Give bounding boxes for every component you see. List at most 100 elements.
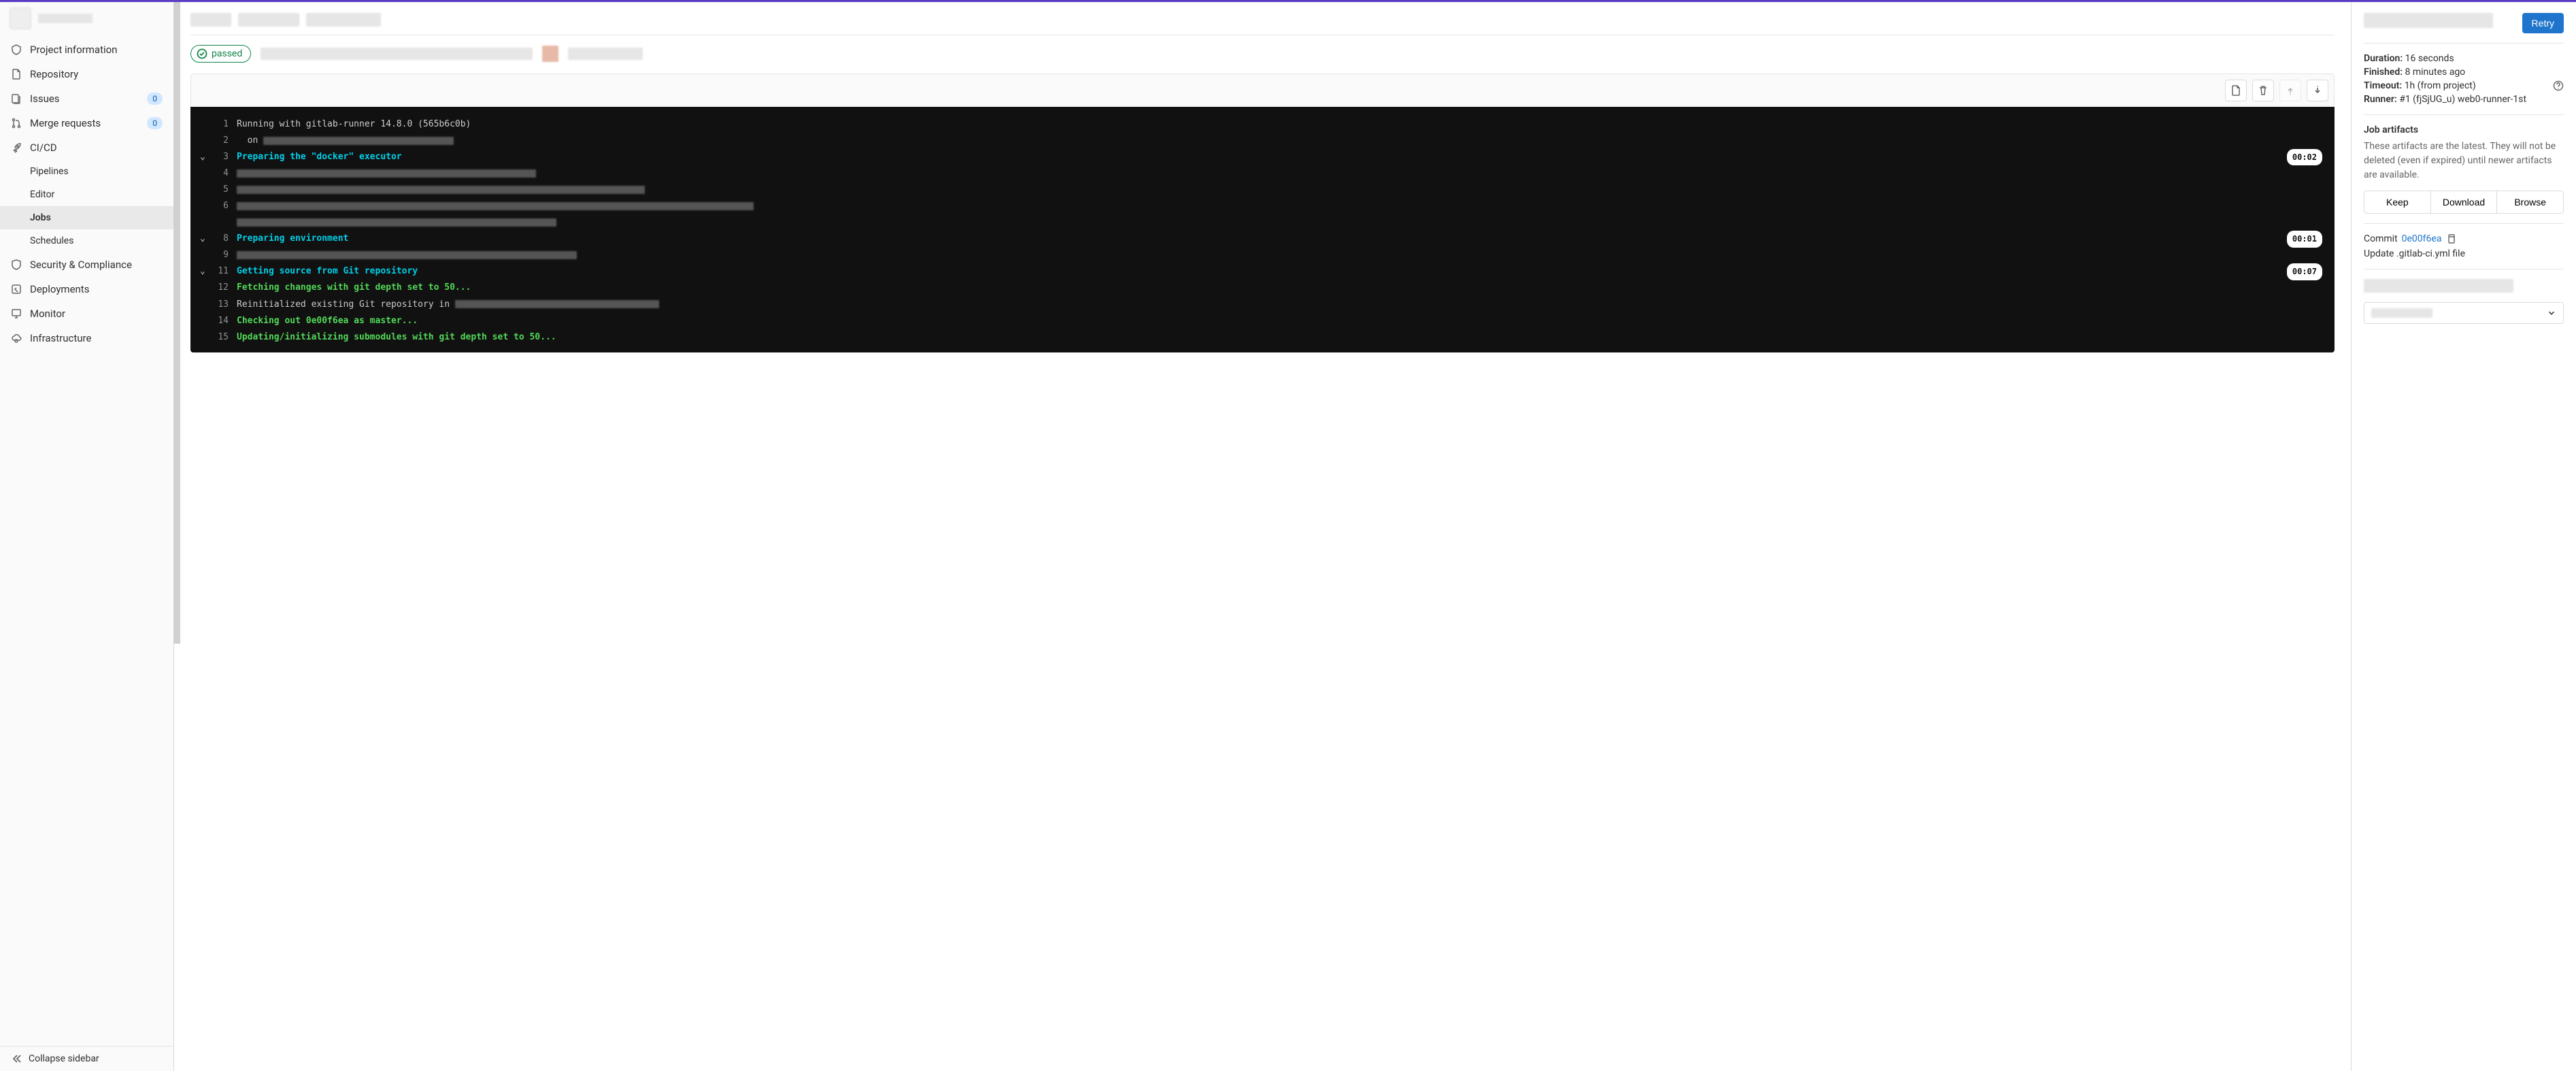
nav-label: Repository <box>30 68 78 80</box>
erase-log-button[interactable] <box>2252 80 2274 101</box>
log-content: Fetching changes with git depth set to 5… <box>237 280 2325 296</box>
log-line: 6 <box>200 198 2325 214</box>
sidebar-item-cicd[interactable]: CI/CD <box>0 135 173 160</box>
line-number: 14 <box>214 313 237 329</box>
log-toolbar <box>190 73 2335 107</box>
sidebar-item-infrastructure[interactable]: Infrastructure <box>0 326 173 350</box>
log-content: Reinitialized existing Git repository in <box>237 297 2325 313</box>
collapse-sidebar-button[interactable]: Collapse sidebar <box>0 1046 173 1071</box>
trash-icon <box>2258 85 2269 96</box>
commit-row: Commit 0e00f6ea <box>2364 233 2564 244</box>
sidebar-nav: Project information Repository Issues 0 … <box>0 35 173 1046</box>
arrow-up-dotted-icon <box>2285 85 2296 96</box>
nav-label: Issues <box>30 93 60 105</box>
copy-commit-icon[interactable] <box>2445 233 2456 244</box>
monitor-icon <box>11 308 22 319</box>
timeout-help-icon[interactable] <box>2553 80 2564 91</box>
log-content: Checking out 0e00f6ea as master... <box>237 313 2325 329</box>
sidebar-item-deployments[interactable]: Deployments <box>0 277 173 301</box>
nav-label: Security & Compliance <box>30 259 132 271</box>
scroll-top-button[interactable] <box>2279 80 2301 101</box>
log-line: ⌄11Getting source from Git repository00:… <box>200 263 2325 280</box>
collapse-label: Collapse sidebar <box>29 1053 99 1064</box>
job-log-terminal[interactable]: 1Running with gitlab-runner 14.8.0 (565b… <box>190 107 2335 352</box>
job-status-row: passed <box>190 45 2335 63</box>
redacted-text <box>306 13 381 27</box>
timeout-key: Timeout: <box>2364 80 2402 91</box>
log-content <box>237 214 2325 231</box>
log-line: ⌄8Preparing environment00:01 <box>200 231 2325 247</box>
duration-key: Duration: <box>2364 53 2403 64</box>
redacted-job-name <box>2364 13 2493 28</box>
log-line: 14Checking out 0e00f6ea as master... <box>200 313 2325 329</box>
log-content: Preparing the "docker" executor <box>237 149 2325 165</box>
runner-row: Runner: #1 (fjSjUG_u) web0-runner-1st <box>2364 94 2564 105</box>
nav-label: Deployments <box>30 283 89 295</box>
issues-count-badge: 0 <box>147 93 163 105</box>
redacted-text <box>237 218 556 227</box>
sidebar-item-schedules[interactable]: Schedules <box>0 229 173 252</box>
sidebar-item-issues[interactable]: Issues 0 <box>0 86 173 111</box>
sidebar-item-merge-requests[interactable]: Merge requests 0 <box>0 111 173 135</box>
sidebar-scrollbar[interactable] <box>173 2 180 644</box>
sidebar-item-repository[interactable]: Repository <box>0 62 173 86</box>
show-raw-button[interactable] <box>2225 80 2247 101</box>
sidebar-item-monitor[interactable]: Monitor <box>0 301 173 326</box>
finished-key: Finished: <box>2364 67 2403 78</box>
finished-row: Finished: 8 minutes ago <box>2364 67 2564 78</box>
project-icon <box>11 44 22 55</box>
log-line: 5 <box>200 182 2325 198</box>
retry-button[interactable]: Retry <box>2522 13 2564 33</box>
rocket-icon <box>11 142 22 153</box>
project-header[interactable] <box>0 2 173 35</box>
duration-value: 16 seconds <box>2405 53 2454 64</box>
issues-icon <box>11 93 22 104</box>
runner-value: #1 (fjSjUG_u) web0-runner-1st <box>2399 94 2526 105</box>
stage-dropdown[interactable] <box>2364 302 2564 324</box>
commit-sha-link[interactable]: 0e00f6ea <box>2402 233 2442 244</box>
log-line: 12Fetching changes with git depth set to… <box>200 280 2325 296</box>
redacted-text <box>237 251 577 259</box>
nav-label: Pipelines <box>30 166 69 177</box>
scroll-bottom-button[interactable] <box>2307 80 2328 101</box>
nav-label: Merge requests <box>30 117 101 129</box>
deployments-icon <box>11 284 22 295</box>
nav-label: Project information <box>30 44 117 56</box>
fold-toggle-icon[interactable]: ⌄ <box>200 149 214 165</box>
section-duration: 00:01 <box>2287 231 2322 247</box>
artifacts-description: These artifacts are the latest. They wil… <box>2364 139 2564 182</box>
sidebar-item-jobs[interactable]: Jobs <box>0 206 173 229</box>
cloud-gear-icon <box>11 333 22 344</box>
commit-message: Update .gitlab-ci.yml file <box>2364 248 2564 259</box>
line-number: 4 <box>214 165 237 182</box>
keep-button[interactable]: Keep <box>2364 191 2431 214</box>
sidebar-item-pipelines[interactable]: Pipelines <box>0 160 173 183</box>
job-detail: passed 1Running with gitlab-runner 14.8.… <box>174 2 2352 1071</box>
log-line: 13Reinitialized existing Git repository … <box>200 297 2325 313</box>
sidebar: ⌃ Project information Repository Issues … <box>0 2 174 1071</box>
redacted-text <box>263 137 454 145</box>
sidebar-item-security[interactable]: Security & Compliance <box>0 252 173 277</box>
sidebar-item-project-information[interactable]: Project information <box>0 37 173 62</box>
redacted-text <box>190 13 231 27</box>
fold-toggle-icon[interactable]: ⌄ <box>200 263 214 280</box>
log-line: ⌄3Preparing the "docker" executor00:02 <box>200 149 2325 165</box>
fold-toggle-icon[interactable]: ⌄ <box>200 231 214 247</box>
redacted-text <box>237 169 536 178</box>
log-content <box>237 165 2325 182</box>
nav-label: Jobs <box>30 212 51 223</box>
download-button[interactable]: Download <box>2431 191 2498 214</box>
nav-label: Schedules <box>30 235 73 246</box>
timeout-row: Timeout: 1h (from project) <box>2364 80 2564 91</box>
project-avatar <box>10 7 31 29</box>
log-content <box>237 247 2325 263</box>
log-content <box>237 198 2325 214</box>
finished-value: 8 minutes ago <box>2405 67 2466 78</box>
line-number: 11 <box>214 263 237 280</box>
browse-button[interactable]: Browse <box>2497 191 2564 214</box>
sidebar-item-editor[interactable]: Editor <box>0 183 173 206</box>
job-sidebar-right: Retry Duration: 16 seconds Finished: 8 m… <box>2352 2 2576 1071</box>
log-content: Updating/initializing submodules with gi… <box>237 329 2325 346</box>
line-number: 13 <box>214 297 237 313</box>
line-number: 3 <box>214 149 237 165</box>
